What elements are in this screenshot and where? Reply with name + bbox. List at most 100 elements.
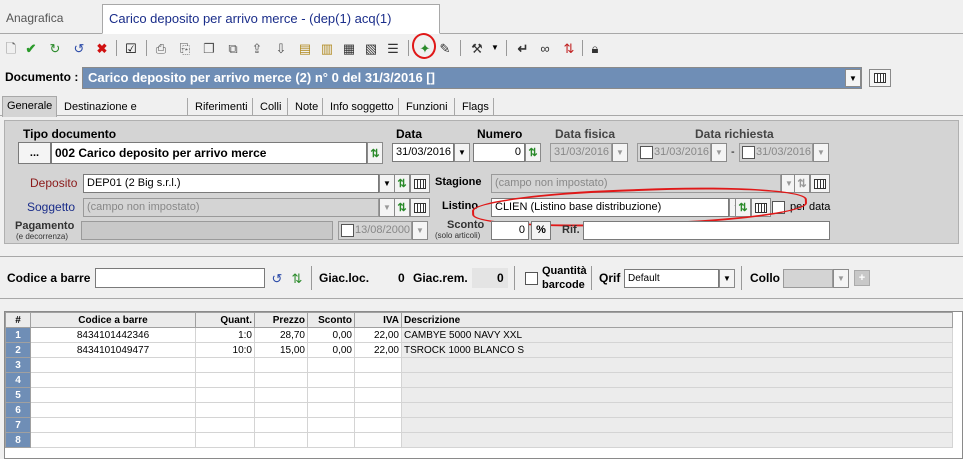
cell-sconto[interactable] [307, 432, 355, 448]
deposito-table-button[interactable] [410, 174, 430, 193]
refresh-icon[interactable]: ↻ [46, 39, 64, 57]
cell-iva[interactable] [354, 402, 402, 418]
deposito-dropdown-button[interactable]: ▼ [379, 174, 395, 193]
cell-iva[interactable] [354, 432, 402, 448]
cell-descrizione[interactable] [401, 372, 953, 388]
cell-codice[interactable] [30, 387, 196, 403]
cell-quant[interactable] [195, 432, 255, 448]
sync-icon[interactable]: ⇅ [288, 269, 306, 287]
cell-quant[interactable] [195, 387, 255, 403]
link-icon[interactable]: ∞ [536, 39, 554, 57]
refresh-blue-icon[interactable]: ↺ [268, 269, 286, 287]
cell-prezzo[interactable]: 15,00 [254, 342, 308, 358]
tab-flags[interactable]: Flags [458, 98, 494, 116]
tab-anagrafica-articoli[interactable]: Anagrafica articoli [0, 4, 100, 53]
documento-calendar-button[interactable] [869, 69, 891, 87]
paste-icon[interactable]: ⧉ [224, 39, 242, 57]
sync-icon[interactable]: ⇅ [560, 39, 578, 57]
cell-descrizione[interactable] [401, 357, 953, 373]
document-icon[interactable]: ▥ [318, 39, 336, 57]
col-header-prezzo[interactable]: Prezzo [254, 312, 308, 328]
chevron-down-icon[interactable]: ▼ [486, 39, 504, 57]
cell-descrizione[interactable]: TSROCK 1000 BLANCO S [401, 342, 953, 358]
tab-note[interactable]: Note [291, 98, 323, 116]
data-field[interactable]: 31/03/2016 [392, 143, 454, 162]
cell-prezzo[interactable] [254, 372, 308, 388]
arrow-icon[interactable]: ↵ [514, 39, 532, 57]
cell-sconto[interactable] [307, 387, 355, 403]
documento-value[interactable]: Carico deposito per arrivo merce (2) n° … [82, 67, 862, 89]
table-row[interactable]: 5 [5, 387, 953, 403]
pagamento-date-checkbox[interactable] [341, 224, 354, 237]
cell-descrizione[interactable] [401, 387, 953, 403]
soggetto-table-button[interactable] [410, 198, 430, 217]
qrif-select[interactable]: Default [624, 269, 719, 288]
refresh-blue-icon[interactable]: ↺ [70, 39, 88, 57]
col-header-descrizione[interactable]: Descrizione [401, 312, 953, 328]
tipo-documento-refresh-icon[interactable]: ⇅ [367, 142, 383, 164]
lock-icon[interactable]: 🔒︎ [586, 39, 604, 57]
table-row[interactable]: 4 [5, 372, 953, 388]
checklist-icon[interactable]: ☑ [122, 39, 140, 57]
cell-iva[interactable]: 22,00 [354, 327, 402, 343]
cell-quant[interactable] [195, 417, 255, 433]
soggetto-refresh-icon[interactable]: ⇅ [394, 198, 410, 217]
cell-iva[interactable] [354, 357, 402, 373]
table-row[interactable]: 8 [5, 432, 953, 448]
col-header-sconto[interactable]: Sconto [307, 312, 355, 328]
documento-dropdown-button[interactable]: ▼ [845, 69, 861, 87]
tab-carico-deposito[interactable]: Carico deposito per arrivo merce - (dep(… [102, 4, 440, 54]
table-row[interactable]: 7 [5, 417, 953, 433]
folder-icon[interactable]: ▤ [296, 39, 314, 57]
qrif-dropdown-button[interactable]: ▼ [719, 269, 735, 288]
stagione-table-button[interactable] [810, 174, 830, 193]
cell-prezzo[interactable] [254, 417, 308, 433]
collo-add-button[interactable]: + [854, 270, 870, 286]
new-document-icon[interactable]: 🗋 [2, 39, 20, 57]
cell-iva[interactable]: 22,00 [354, 342, 402, 358]
import-icon[interactable]: ⇩ [272, 39, 290, 57]
cell-quant[interactable]: 1:0 [195, 327, 255, 343]
numero-refresh-icon[interactable]: ⇅ [525, 143, 541, 162]
cell-prezzo[interactable] [254, 357, 308, 373]
attachment-icon[interactable]: ▦ [340, 39, 358, 57]
cell-quant[interactable]: 10:0 [195, 342, 255, 358]
soggetto-dropdown-button[interactable]: ▼ [379, 198, 395, 217]
cell-prezzo[interactable]: 28,70 [254, 327, 308, 343]
cell-descrizione[interactable]: CAMBYE 5000 NAVY XXL [401, 327, 953, 343]
table-row[interactable]: 1 8434101442346 1:0 28,70 0,00 22,00 CAMBYE 50… [5, 327, 953, 343]
tab-generale[interactable]: Generale [2, 96, 57, 117]
cell-prezzo[interactable] [254, 402, 308, 418]
col-header-index[interactable]: # [5, 312, 31, 328]
cell-sconto[interactable] [307, 357, 355, 373]
col-header-iva[interactable]: IVA [354, 312, 402, 328]
edit-icon[interactable]: ✎ [436, 39, 454, 57]
cell-codice[interactable] [30, 372, 196, 388]
cell-codice[interactable] [30, 357, 196, 373]
tipo-documento-lookup-button[interactable]: ... [18, 142, 51, 164]
cell-quant[interactable] [195, 402, 255, 418]
table-row[interactable]: 6 [5, 402, 953, 418]
copy-icon[interactable]: ❐ [200, 39, 218, 57]
print-icon[interactable]: ⎙ [152, 39, 170, 57]
barcode-input[interactable] [95, 268, 265, 288]
cell-descrizione[interactable] [401, 417, 953, 433]
tipo-documento-field[interactable]: 002 Carico deposito per arrivo merce [51, 142, 367, 164]
print-preview-icon[interactable]: ⎘ [176, 39, 194, 57]
cell-sconto[interactable] [307, 372, 355, 388]
cell-codice[interactable] [30, 402, 196, 418]
cell-sconto[interactable] [307, 402, 355, 418]
col-header-quant[interactable]: Quant. [195, 312, 255, 328]
cell-sconto[interactable]: 0,00 [307, 327, 355, 343]
data-richiesta-to-checkbox[interactable] [742, 146, 755, 159]
cell-codice[interactable] [30, 432, 196, 448]
table-row[interactable]: 2 8434101049477 10:0 15,00 0,00 22,00 TSROCK 1… [5, 342, 953, 358]
soggetto-field[interactable]: (campo non impostato) [83, 198, 379, 217]
sconto-percent-button[interactable]: % [531, 221, 551, 240]
cell-codice[interactable] [30, 417, 196, 433]
rif-field[interactable] [583, 221, 830, 240]
tab-riferimenti[interactable]: Riferimenti [191, 98, 253, 116]
data-dropdown-button[interactable]: ▼ [454, 143, 470, 162]
report-icon[interactable]: ▧ [362, 39, 380, 57]
cell-quant[interactable] [195, 372, 255, 388]
